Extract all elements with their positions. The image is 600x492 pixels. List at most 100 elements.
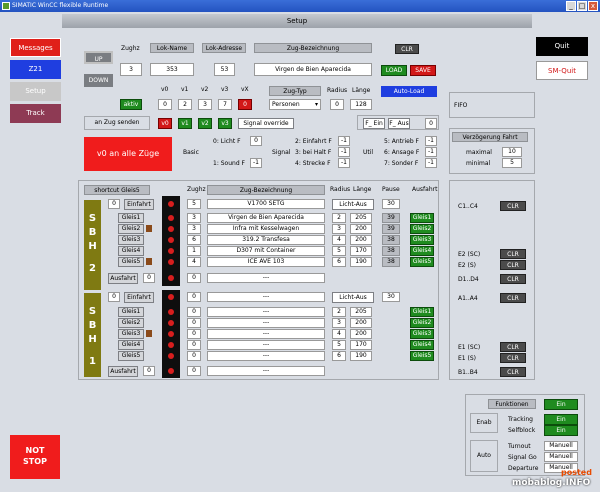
row-zugbez[interactable]: 319.2 Transfesa [207,235,325,245]
clr-a1a4-button[interactable]: CLR [500,293,526,303]
sbh2-aus-zughz[interactable]: 0 [187,273,201,283]
row-zugbez[interactable]: --- [207,318,325,328]
row-laenge[interactable]: 200 [350,318,372,328]
row-laenge[interactable]: 190 [350,351,372,361]
sbh2-ein-name[interactable]: V1700 SETG [207,199,325,209]
sbh1-ausfahrt-value[interactable]: 0 [143,366,155,376]
vx-input[interactable]: 0 [238,99,252,110]
row-ausfahrt[interactable]: Gleis2 [410,224,434,234]
functions-toggle[interactable]: Ein [544,399,578,410]
send-v1-button[interactable]: v1 [178,118,192,129]
row-radius[interactable]: 4 [332,235,346,245]
sbh1-ausfahrt-label[interactable]: Ausfahrt [108,366,138,377]
signal-override-button[interactable]: Signal override [238,118,294,129]
radius-input[interactable]: 0 [330,99,344,110]
row-zugbez[interactable]: --- [207,340,325,350]
sbh2-aus-name[interactable]: --- [207,273,325,283]
clr-e1s-button[interactable]: CLR [500,353,526,363]
lokadr-input[interactable]: 53 [214,63,235,76]
f-value[interactable]: 0 [425,118,437,129]
v0-alle-zuege-button[interactable]: v0 an alle Züge [84,137,172,171]
row-zugbez[interactable]: --- [207,307,325,317]
f5-input[interactable]: -1 [425,136,437,146]
row-zughz[interactable]: 0 [187,329,201,339]
autoload-button[interactable]: Auto-Load [381,86,437,97]
gleis-button[interactable]: Gleis4 [118,246,144,256]
v0-input[interactable]: 0 [158,99,172,110]
row-laenge[interactable]: 190 [350,257,372,267]
row-ausfahrt[interactable]: Gleis1 [410,213,434,223]
send-v3-button[interactable]: v3 [218,118,232,129]
sbh1-ein-name[interactable]: --- [207,292,325,302]
row-zugbez[interactable]: Virgen de Bien Aparecida [207,213,325,223]
row-zughz[interactable]: 4 [187,257,201,267]
clr-e2sc-button[interactable]: CLR [500,249,526,259]
sm-quit-button[interactable]: SM-Quit [536,61,588,80]
minimize-button[interactable]: _ [566,1,576,11]
sbh1-ein-zughz[interactable]: 0 [187,292,201,302]
z21-button[interactable]: Z21 [10,60,61,79]
sbh2-einfahrt-value[interactable]: 0 [108,199,120,209]
clr-b1b4-button[interactable]: CLR [500,367,526,377]
row-zugbez[interactable]: D307 mit Container [207,246,325,256]
row-ausfahrt[interactable]: Gleis4 [410,246,434,256]
f-ein-button[interactable]: F_ Ein [363,118,385,129]
sbh2-ausfahrt-label[interactable]: Ausfahrt [108,273,138,284]
gleis-button[interactable]: Gleis5 [118,257,144,267]
send-v2-button[interactable]: v2 [198,118,212,129]
sbh1-ein-pause[interactable]: 30 [382,292,400,302]
v3-input[interactable]: 7 [218,99,232,110]
gleis-button[interactable]: Gleis2 [118,318,144,328]
tracking-toggle[interactable]: Ein [544,414,578,425]
row-ausfahrt[interactable]: Gleis1 [410,307,434,317]
row-ausfahrt[interactable]: Gleis3 [410,329,434,339]
row-radius[interactable]: 6 [332,351,346,361]
row-laenge[interactable]: 200 [350,235,372,245]
f-aus-button[interactable]: F_ Aus [388,118,410,129]
f3-input[interactable]: -1 [338,147,350,157]
row-zugbez[interactable]: --- [207,351,325,361]
v2-input[interactable]: 3 [198,99,212,110]
zughz-input[interactable]: 3 [120,63,142,76]
f7-input[interactable]: -1 [425,158,437,168]
row-zughz[interactable]: 0 [187,351,201,361]
row-ausfahrt[interactable]: Gleis3 [410,235,434,245]
sbh1-aus-zughz[interactable]: 0 [187,366,201,376]
row-laenge[interactable]: 170 [350,340,372,350]
gleis-button[interactable]: Gleis4 [118,340,144,350]
row-radius[interactable]: 5 [332,340,346,350]
row-zugbez[interactable]: Infra mit Kesselwagen [207,224,325,234]
f2-input[interactable]: -1 [338,136,350,146]
f6-input[interactable]: -1 [425,147,437,157]
v1-input[interactable]: 2 [178,99,192,110]
sbh1-ein-mode[interactable]: Licht-Aus [332,292,374,303]
f4-input[interactable]: -1 [338,158,350,168]
aktiv-button[interactable]: aktiv [120,99,142,110]
setup-button[interactable]: Setup [10,82,61,101]
down-button[interactable]: DOWN [84,74,113,87]
row-laenge[interactable]: 200 [350,329,372,339]
clr-c1c4-button[interactable]: CLR [500,201,526,211]
row-zughz[interactable]: 0 [187,307,201,317]
f0-input[interactable]: 0 [250,136,262,146]
row-radius[interactable]: 2 [332,213,346,223]
row-zughz[interactable]: 1 [187,246,201,256]
row-zughz[interactable]: 3 [187,213,201,223]
laenge-input[interactable]: 128 [350,99,372,110]
clr-e1sc-button[interactable]: CLR [500,342,526,352]
row-zughz[interactable]: 6 [187,235,201,245]
gleis-button[interactable]: Gleis1 [118,213,144,223]
delay-max-input[interactable]: 10 [502,147,522,157]
row-radius[interactable]: 4 [332,329,346,339]
sbh2-einfahrt-label[interactable]: Einfahrt [124,199,154,210]
row-radius[interactable]: 6 [332,257,346,267]
messages-button[interactable]: Messages [10,38,61,57]
row-laenge[interactable]: 205 [350,307,372,317]
row-zughz[interactable]: 0 [187,318,201,328]
row-zugbez[interactable]: ICE AVE 103 [207,257,325,267]
quit-button[interactable]: Quit [536,37,588,56]
clr-d1d4-button[interactable]: CLR [500,274,526,284]
row-laenge[interactable]: 200 [350,224,372,234]
load-button[interactable]: LOAD [381,65,407,76]
row-zughz[interactable]: 3 [187,224,201,234]
